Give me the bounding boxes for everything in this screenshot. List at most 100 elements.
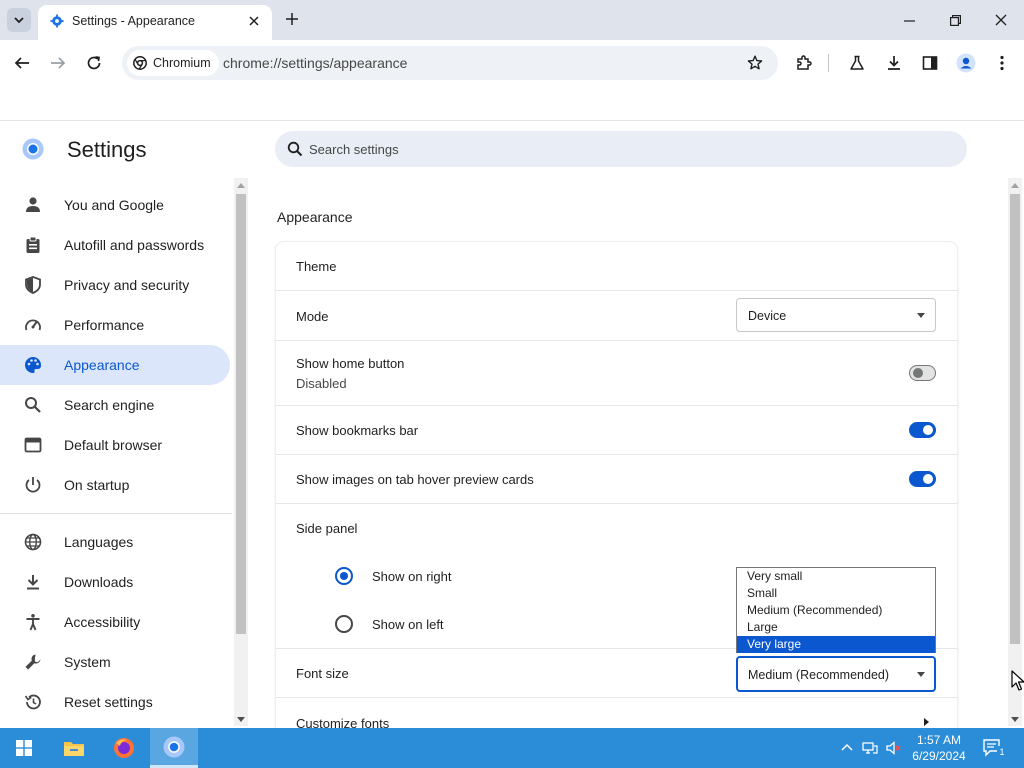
tab-close-button[interactable] xyxy=(244,11,264,31)
side-panel-right-radio[interactable] xyxy=(335,567,353,585)
file-explorer-button[interactable] xyxy=(50,728,98,768)
tab-search-button[interactable] xyxy=(7,8,31,32)
taskbar-clock[interactable]: 1:57 AM 6/29/2024 xyxy=(908,732,970,764)
mode-select-value: Device xyxy=(748,309,787,323)
sidebar-item-appearance[interactable]: Appearance xyxy=(0,345,230,385)
dropdown-option[interactable]: Small xyxy=(737,585,935,602)
sidebar-item-search-engine[interactable]: Search engine xyxy=(0,385,230,425)
menu-button[interactable] xyxy=(988,49,1016,77)
chromium-taskbar-button[interactable] xyxy=(150,728,198,768)
sidebar-item-default-browser[interactable]: Default browser xyxy=(0,425,230,465)
bookmarks-bar-toggle[interactable] xyxy=(909,422,936,438)
hover-images-toggle[interactable] xyxy=(909,471,936,487)
sidebar-item-languages[interactable]: Languages xyxy=(0,522,230,562)
search-input[interactable] xyxy=(309,131,949,167)
accessibility-icon xyxy=(26,614,40,631)
sidebar-item-you-and-google[interactable]: You and Google xyxy=(0,185,230,225)
sidebar-item-downloads[interactable]: Downloads xyxy=(0,562,230,602)
bookmark-star-button[interactable] xyxy=(744,52,766,74)
sidebar-item-label: Appearance xyxy=(64,357,140,373)
settings-gear-icon xyxy=(50,14,64,28)
address-bar[interactable]: Chromium chrome://settings/appearance xyxy=(122,46,778,80)
extensions-button[interactable] xyxy=(790,49,818,77)
font-size-row: Font size Medium (Recommended) xyxy=(276,648,957,697)
content-scrollbar[interactable] xyxy=(1008,178,1022,726)
chromium-logo-icon xyxy=(163,736,185,757)
new-tab-button[interactable] xyxy=(281,8,303,30)
maximize-button[interactable] xyxy=(940,6,970,34)
site-chip[interactable]: Chromium xyxy=(127,50,219,76)
reload-button[interactable] xyxy=(80,49,108,77)
toggle-knob xyxy=(923,474,933,484)
labs-button[interactable] xyxy=(843,49,871,77)
theme-row[interactable]: Theme xyxy=(276,242,957,290)
sidebar-scrollbar[interactable] xyxy=(234,178,248,726)
back-button[interactable] xyxy=(8,49,36,77)
forward-button[interactable] xyxy=(44,49,72,77)
side-panel-left-radio[interactable] xyxy=(335,615,353,633)
browser-window-icon xyxy=(24,437,42,453)
forward-arrow-icon xyxy=(51,57,66,69)
toggle-knob xyxy=(923,425,933,435)
shield-icon xyxy=(25,276,41,294)
sidebar-item-label: You and Google xyxy=(64,197,164,213)
reload-icon xyxy=(87,56,101,70)
notification-center-button[interactable]: 1 xyxy=(982,738,1007,758)
kebab-menu-icon xyxy=(1000,55,1004,71)
side-panel-right-label[interactable]: Show on right xyxy=(372,569,452,584)
scroll-down-arrow[interactable] xyxy=(234,712,248,726)
search-box[interactable] xyxy=(275,131,967,167)
sidebar-item-system[interactable]: System xyxy=(0,642,230,682)
tab-title: Settings - Appearance xyxy=(72,14,195,28)
volume-muted-icon[interactable] xyxy=(886,740,902,756)
close-icon xyxy=(995,14,1007,26)
header-divider xyxy=(0,120,1024,121)
minimize-button[interactable] xyxy=(894,6,924,34)
chromium-logo-icon xyxy=(133,56,147,70)
power-icon xyxy=(25,477,41,493)
start-button[interactable] xyxy=(0,728,48,768)
close-icon xyxy=(249,16,259,26)
sidebar-item-label: Performance xyxy=(64,317,145,333)
side-panel-left-label[interactable]: Show on left xyxy=(372,617,444,632)
side-panel-button[interactable] xyxy=(916,49,944,77)
sidebar-item-privacy[interactable]: Privacy and security xyxy=(0,265,230,305)
active-tab[interactable]: Settings - Appearance xyxy=(38,5,272,40)
dropdown-option-highlighted[interactable]: Very large xyxy=(737,636,935,653)
mode-row: Mode Device xyxy=(276,290,957,340)
sidebar-item-performance[interactable]: Performance xyxy=(0,305,230,345)
close-window-button[interactable] xyxy=(986,6,1016,34)
home-button-row: Show home button Disabled xyxy=(276,340,957,405)
sidebar-item-on-startup[interactable]: On startup xyxy=(0,465,230,505)
network-icon[interactable] xyxy=(862,740,878,756)
sidebar-item-label: On startup xyxy=(64,477,130,493)
search-icon xyxy=(287,141,303,157)
scrollbar-thumb[interactable] xyxy=(1010,194,1020,644)
chevron-up-icon[interactable] xyxy=(839,740,855,756)
bookmarks-bar-row: Show bookmarks bar xyxy=(276,405,957,454)
font-size-select[interactable]: Medium (Recommended) xyxy=(736,656,936,692)
dropdown-option[interactable]: Medium (Recommended) xyxy=(737,602,935,619)
profile-button[interactable] xyxy=(952,49,980,77)
font-size-label: Font size xyxy=(296,666,349,681)
url-text[interactable]: chrome://settings/appearance xyxy=(223,55,407,71)
dropdown-option[interactable]: Very small xyxy=(737,568,935,585)
minimize-icon xyxy=(903,19,915,22)
scroll-up-arrow[interactable] xyxy=(234,178,248,192)
firefox-button[interactable] xyxy=(100,728,148,768)
dropdown-option[interactable]: Large xyxy=(737,619,935,636)
notification-count: 1 xyxy=(997,746,1007,758)
downloads-button[interactable] xyxy=(880,49,908,77)
download-icon xyxy=(888,56,900,70)
chromium-logo-icon xyxy=(22,138,44,160)
sidebar-item-accessibility[interactable]: Accessibility xyxy=(0,602,230,642)
home-button-toggle[interactable] xyxy=(909,365,936,381)
sidebar-item-autofill[interactable]: Autofill and passwords xyxy=(0,225,230,265)
restore-icon xyxy=(949,14,961,26)
sidebar-item-reset-settings[interactable]: Reset settings xyxy=(0,682,230,722)
mode-select[interactable]: Device xyxy=(736,298,936,332)
scroll-down-arrow[interactable] xyxy=(1008,712,1022,726)
scroll-up-arrow[interactable] xyxy=(1008,178,1022,192)
scrollbar-thumb[interactable] xyxy=(236,194,246,634)
download-icon xyxy=(27,575,39,590)
